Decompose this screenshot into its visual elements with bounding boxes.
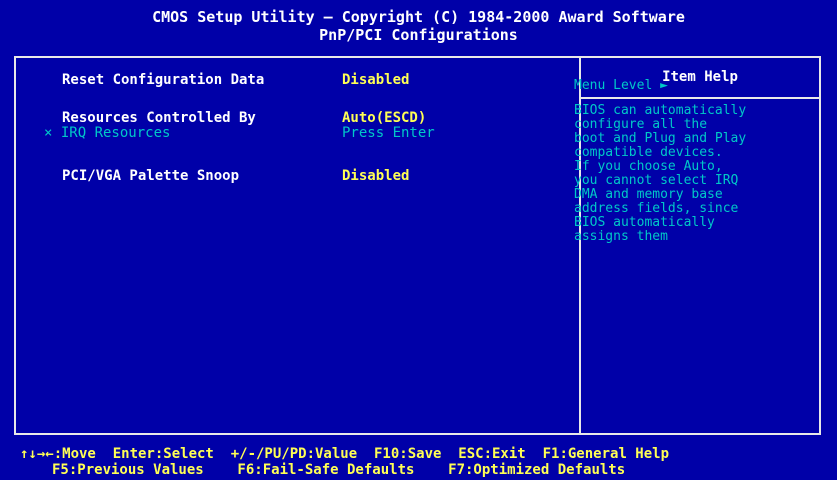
menu-level: Menu Level ► [574, 78, 668, 93]
irq-resources-value: Press Enter [342, 125, 435, 141]
pci-vga-palette-value[interactable]: Disabled [342, 168, 409, 184]
header-title: CMOS Setup Utility – Copyright (C) 1984-… [152, 8, 685, 26]
pci-vga-palette-label[interactable]: PCI/VGA Palette Snoop [62, 168, 239, 184]
resources-controlled-label[interactable]: Resources Controlled By [62, 110, 256, 126]
help-divider [581, 97, 819, 99]
reset-configuration-label[interactable]: Reset Configuration Data [62, 72, 264, 88]
reset-configuration-value[interactable]: Disabled [342, 72, 409, 88]
bios-header: CMOS Setup Utility – Copyright (C) 1984-… [0, 0, 837, 56]
key-help-footer: ↑↓→←:Move Enter:Select +/-/PU/PD:Value F… [0, 438, 837, 480]
help-text: BIOS can automatically configure all the… [574, 103, 747, 244]
resources-controlled-value[interactable]: Auto(ESCD) [342, 110, 426, 126]
page-title: PnP/PCI Configurations [319, 26, 518, 44]
irq-resources-label: × IRQ Resources [44, 125, 171, 141]
footer-keys-line1: ↑↓→←:Move Enter:Select +/-/PU/PD:Value F… [20, 446, 670, 462]
footer-keys-line2: F5:Previous Values F6:Fail-Safe Defaults… [52, 462, 626, 478]
